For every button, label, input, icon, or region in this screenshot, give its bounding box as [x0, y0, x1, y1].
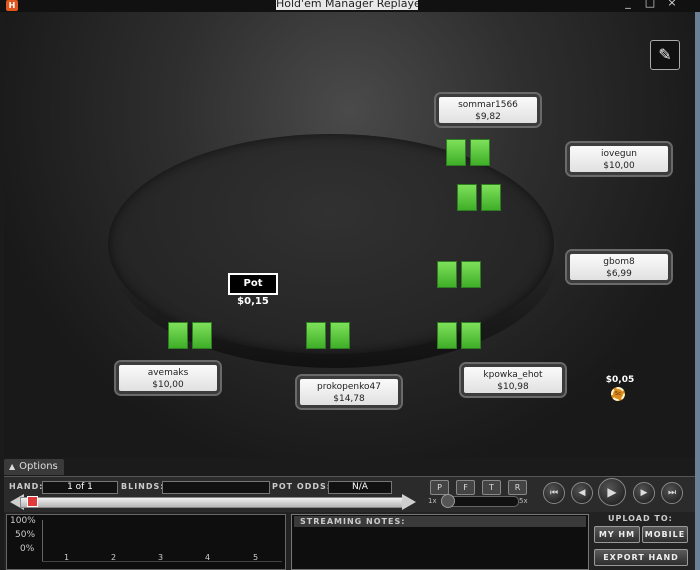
seat-player-6[interactable]: avemaks $10,00	[116, 362, 220, 394]
chip-icon: 5c	[611, 387, 625, 401]
player-name: prokopenko47	[317, 382, 381, 392]
player-stack: $10,00	[152, 380, 184, 390]
pot-odds-label: POT ODDS:	[272, 482, 331, 491]
player-stack: $10,00	[603, 161, 635, 171]
window-edge	[695, 12, 700, 570]
play-icon[interactable]: ▶	[598, 478, 626, 506]
graph-x-label: 1	[64, 553, 70, 562]
card-back	[192, 322, 212, 349]
hand-progress-slider[interactable]	[10, 494, 416, 510]
seat-player-2[interactable]: iovegun $10,00	[567, 143, 671, 175]
seat-player-5[interactable]: prokopenko47 $14,78	[297, 376, 401, 408]
player-name: kpowka_ehot	[483, 370, 543, 380]
graph-axis	[42, 520, 43, 562]
window-title: Hold'em Manager Replayer	[276, 0, 418, 10]
card-back	[330, 322, 350, 349]
card-back	[461, 261, 481, 288]
card-back	[306, 322, 326, 349]
card-back	[168, 322, 188, 349]
card-back	[461, 322, 481, 349]
poker-table	[108, 134, 554, 354]
graph-y-label: 0%	[20, 544, 35, 554]
pot-label: Pot $0,15	[228, 273, 278, 307]
player-stack: $14,78	[333, 394, 365, 404]
next-icon[interactable]: ▶	[633, 482, 655, 504]
options-tab[interactable]: ▲ Options	[4, 459, 64, 475]
player-stack: $9,82	[475, 112, 501, 122]
graph-y-label: 50%	[15, 530, 36, 540]
upload-my-hm-button[interactable]: MY HM	[594, 526, 640, 543]
seat-player-4[interactable]: kpowka_ehot $10,98	[461, 364, 565, 396]
first-hand-icon[interactable]: ⏮	[543, 482, 565, 504]
graph-y-label: 100%	[10, 516, 36, 526]
options-label: Options	[19, 461, 58, 472]
speed-slider-handle[interactable]	[441, 494, 455, 508]
speed-min-label: 1x	[428, 497, 437, 505]
player-stack: $6,99	[606, 269, 632, 279]
pot-odds-value: N/A	[328, 481, 392, 494]
card-back	[437, 322, 457, 349]
graph-x-label: 3	[158, 553, 164, 562]
blinds-label: BLINDS:	[121, 482, 165, 491]
toggle-river-button[interactable]: R	[508, 480, 527, 495]
card-back	[470, 139, 490, 166]
upload-mobile-button[interactable]: MOBILE	[642, 526, 688, 543]
card-back	[481, 184, 501, 211]
triangle-up-icon: ▲	[9, 462, 16, 471]
speed-max-label: 5x	[519, 497, 528, 505]
close-button[interactable]: ×	[664, 0, 680, 9]
card-back	[437, 261, 457, 288]
card-back	[446, 139, 466, 166]
hand-label: HAND:	[9, 482, 44, 491]
toggle-turn-button[interactable]: T	[482, 480, 501, 495]
seat-player-3[interactable]: gbom8 $6,99	[567, 251, 671, 283]
app-logo-icon: H	[6, 0, 18, 11]
player-name: sommar1566	[458, 100, 518, 110]
edit-pencil-icon[interactable]: ✎	[650, 40, 680, 70]
step-forward-arrow-icon[interactable]	[402, 494, 416, 510]
hand-counter: 1 of 1	[42, 481, 118, 494]
player-name: avemaks	[147, 368, 189, 378]
maximize-button[interactable]: □	[642, 0, 658, 9]
progress-handle[interactable]	[27, 496, 38, 507]
previous-icon[interactable]: ◀	[571, 482, 593, 504]
card-back	[457, 184, 477, 211]
toggle-flop-button[interactable]: F	[456, 480, 475, 495]
graph-x-label: 5	[253, 553, 259, 562]
seat-player-1[interactable]: sommar1566 $9,82	[436, 94, 540, 126]
toggle-preflop-button[interactable]: P	[430, 480, 449, 495]
export-hand-button[interactable]: EXPORT HAND	[594, 549, 688, 566]
graph-x-label: 4	[205, 553, 211, 562]
player-stack: $10,98	[497, 382, 529, 392]
player-name: iovegun	[601, 149, 637, 159]
player-name: gbom8	[603, 257, 635, 267]
last-hand-icon[interactable]: ⏭	[661, 482, 683, 504]
graph-x-label: 2	[111, 553, 117, 562]
bet-amount: $0,05	[605, 375, 635, 385]
upload-label: UPLOAD TO:	[608, 514, 673, 523]
progress-track[interactable]	[20, 497, 406, 508]
blinds-value	[162, 481, 270, 494]
streaming-notes-header: STREAMING NOTES:	[294, 516, 586, 527]
minimize-button[interactable]: _	[620, 0, 636, 9]
